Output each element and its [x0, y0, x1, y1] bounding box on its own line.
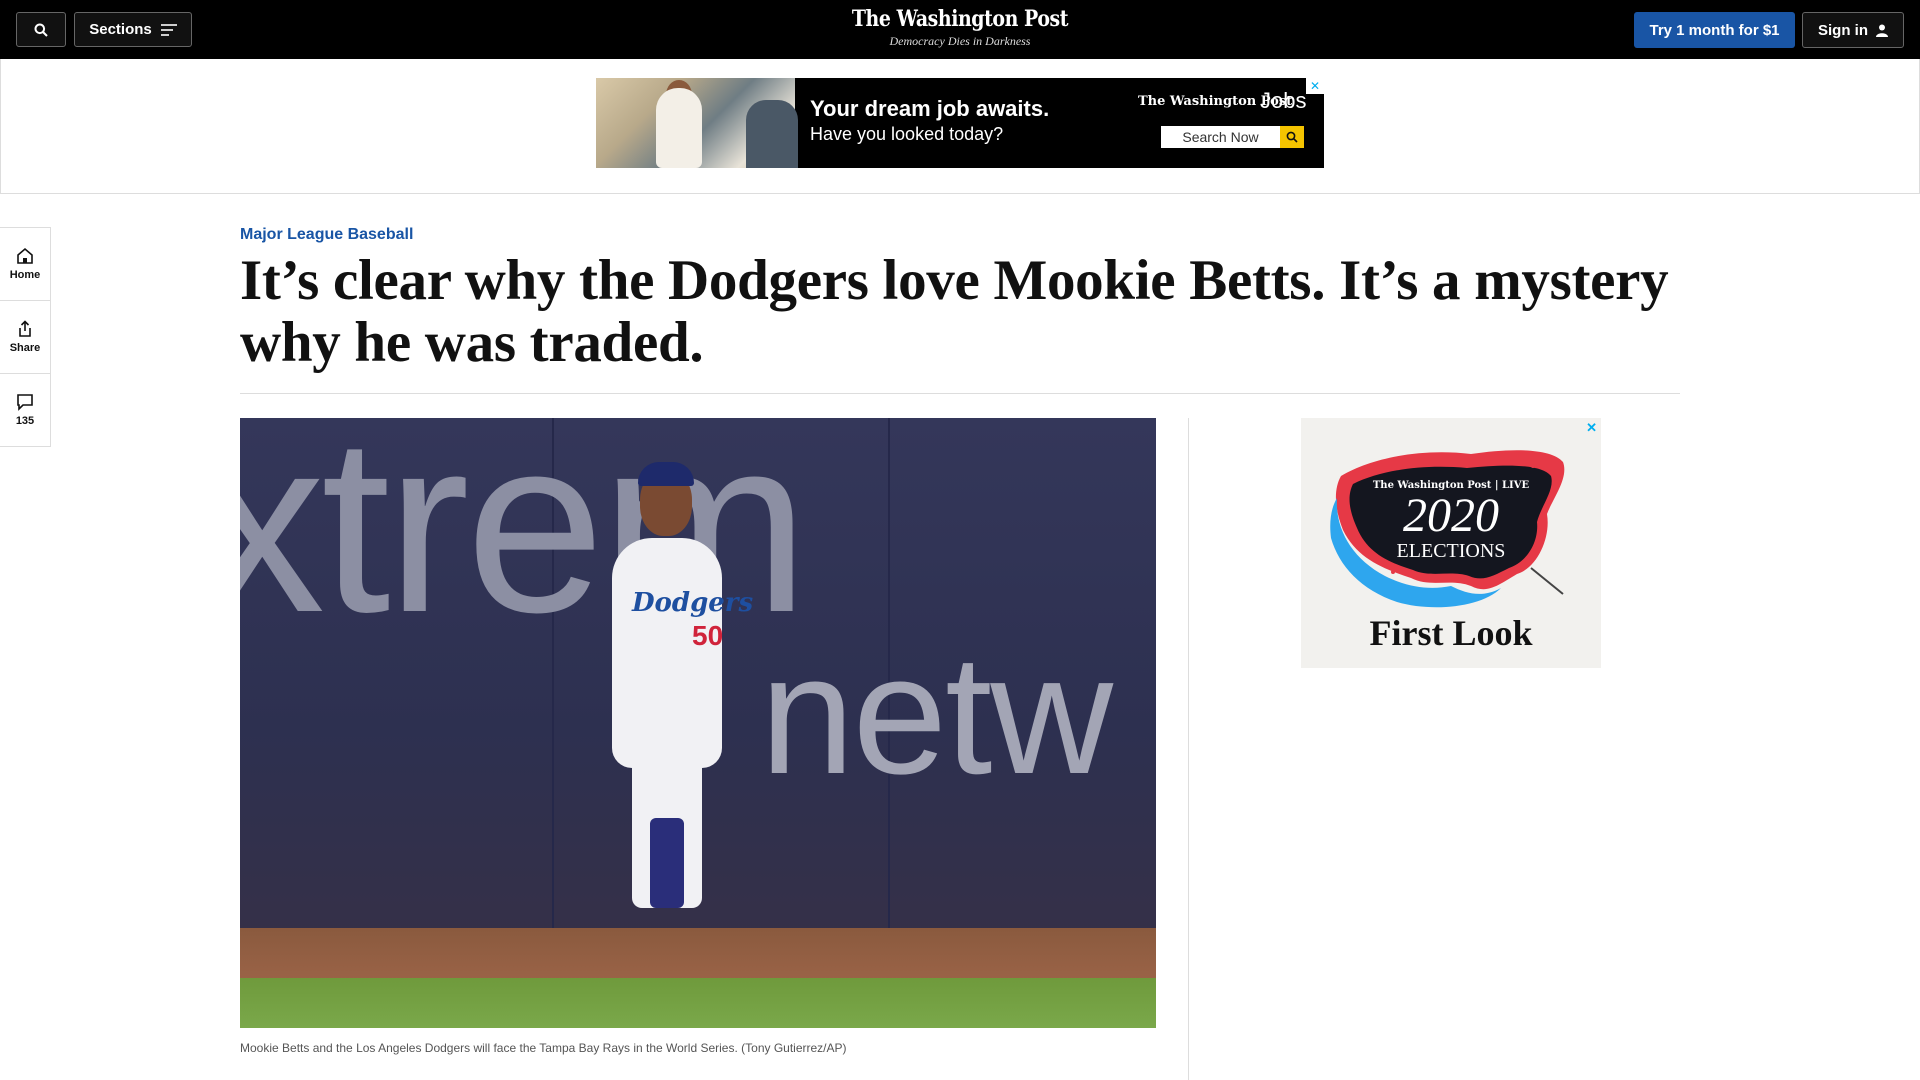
elections-ad-title: ELECTIONS	[1396, 540, 1506, 562]
elections-ad-year: 2020	[1403, 489, 1499, 542]
subscribe-button[interactable]: Try 1 month for $1	[1634, 12, 1795, 48]
ad-close-icon[interactable]: ✕	[1306, 78, 1324, 94]
outfield-grass	[240, 978, 1156, 1028]
site-tagline: Democracy Dies in Darkness	[889, 34, 1031, 48]
ad-headline: Your dream job awaits.	[810, 96, 1050, 121]
search-icon	[1286, 131, 1298, 143]
ad-search-button[interactable]	[1280, 126, 1304, 148]
rail-comments-count: 135	[15, 415, 35, 427]
jobs-ad-banner[interactable]: Your dream job awaits. Have you looked t…	[596, 78, 1324, 168]
sections-label: Sections	[89, 21, 152, 38]
masthead-link[interactable]: The Washington Post Democracy Dies in Da…	[810, 4, 1110, 48]
elections-ad-tagline: First Look	[1369, 613, 1533, 653]
user-icon	[1876, 24, 1888, 37]
ad-close-icon[interactable]: ✕	[1586, 420, 1597, 436]
top-navigation-bar: Sections The Washington Post Democracy D…	[0, 0, 1920, 59]
article-kicker-link[interactable]: Major League Baseball	[240, 226, 413, 244]
sections-button[interactable]: Sections	[74, 12, 192, 47]
photo-caption: Mookie Betts and the Los Angeles Dodgers…	[240, 1041, 847, 1055]
column-divider	[1188, 418, 1189, 1080]
elections-ad[interactable]: ✕ The Washington Post | LIVE 2020 ELECTI…	[1301, 418, 1601, 668]
wall-sign-text-lower: netw	[760, 620, 1113, 810]
rail-share-button[interactable]: Share	[0, 301, 50, 374]
hamburger-icon	[160, 23, 177, 36]
rail-share-label: Share	[9, 342, 41, 354]
rail-comments-button[interactable]: 135	[0, 374, 50, 446]
sign-in-button[interactable]: Sign in	[1802, 12, 1904, 48]
jersey-script: Dodgers	[632, 588, 754, 618]
search-button[interactable]	[16, 12, 66, 47]
player-cap	[638, 462, 694, 486]
home-icon	[17, 247, 33, 264]
search-icon	[34, 23, 48, 37]
side-rail: Home Share 135	[0, 227, 51, 447]
player-sock	[650, 818, 684, 908]
rail-home-label: Home	[9, 269, 41, 281]
article-headline: It’s clear why the Dodgers love Mookie B…	[240, 249, 1669, 374]
ad-subhead: Have you looked today?	[810, 124, 1004, 144]
sign-in-label: Sign in	[1818, 21, 1868, 39]
ad-product-name: Jobs	[1260, 88, 1307, 113]
headline-divider	[240, 393, 1680, 394]
site-logo: The Washington Post	[851, 6, 1069, 32]
comment-icon	[17, 394, 33, 411]
lead-photo[interactable]: xtrem netw Dodgers 50	[240, 418, 1156, 1028]
ad-search-field[interactable]: Search Now	[1161, 126, 1280, 148]
jersey-number: 50	[692, 620, 724, 651]
rail-home-button[interactable]: Home	[0, 228, 50, 301]
share-icon	[19, 320, 31, 337]
ad-photo	[596, 78, 798, 168]
player-jersey	[612, 538, 722, 768]
